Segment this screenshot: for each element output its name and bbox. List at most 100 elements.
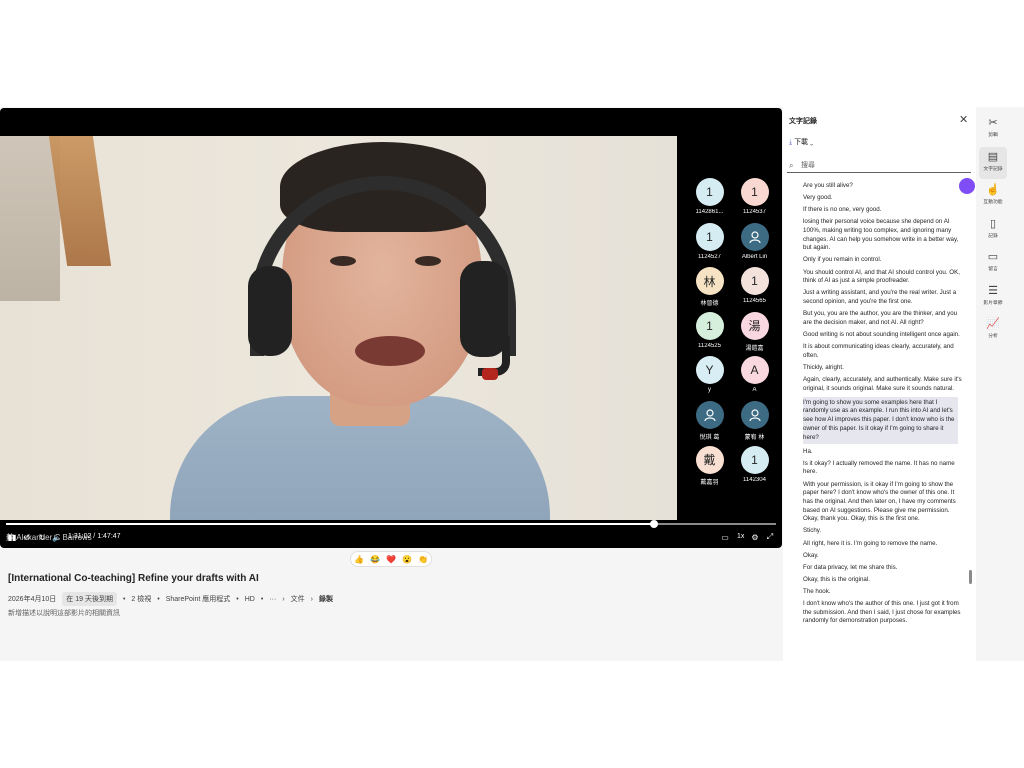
rail-item-interactive[interactable]: ☝ 互動功能 [979, 180, 1007, 212]
breadcrumb-documents[interactable]: 文件 [291, 594, 305, 604]
headset-mic-tip [482, 368, 498, 380]
transcript-search-input[interactable]: ⌕ 搜尋 [787, 159, 971, 173]
time-display: 1:31:02 / 1:47:47 [68, 533, 121, 540]
download-button[interactable]: ⤓ 下載 ⌄ [789, 137, 813, 147]
transcript-segment-active[interactable]: I'm going to show you some examples here… [803, 396, 958, 445]
transcript-segment[interactable]: For data privacy, let me share this. [803, 564, 963, 573]
transcript-segment[interactable]: Only if you remain in control. [803, 256, 963, 265]
chevron-down-icon: ⌄ [810, 139, 814, 146]
speaker-eye-left [330, 256, 356, 266]
transcript-segment[interactable]: But you, you are the author, you are the… [803, 310, 963, 327]
rail-item-analytics[interactable]: 📈 分析 [979, 314, 1007, 346]
participant-tile: 林林晉德 [687, 267, 732, 311]
avatar: Y [695, 356, 724, 385]
rail-label: 文字記錄 [983, 166, 1003, 172]
heart-reaction-icon[interactable]: ❤️ [386, 555, 396, 564]
expiry-badge[interactable]: 在 19 天後到期 [62, 592, 117, 606]
rail-item-chapters[interactable]: ☰ 影片章節 [979, 281, 1007, 313]
video-player[interactable]: 蘇 Alexander C Barrows 1 1142861... 1 112453… [0, 108, 782, 548]
participant-name: 戴嘉羽 [700, 479, 719, 486]
dot-separator: • [157, 595, 160, 603]
transcript-segment[interactable]: losing their personal voice because she … [803, 218, 963, 253]
captions-icon[interactable]: ▭ [720, 532, 730, 542]
rail-item-transcript[interactable]: ▤ 文字記錄 [979, 146, 1007, 179]
transcript-segment[interactable]: I don't know who's the author of this on… [803, 600, 963, 626]
transcript-segment[interactable]: Is it okay? I actually removed the name.… [803, 460, 963, 477]
participant-name: 蒙宥 林 [744, 435, 765, 441]
close-icon[interactable]: ✕ [959, 113, 968, 126]
speaker-mouth [355, 336, 425, 366]
like-reaction-icon[interactable]: 👍 [354, 555, 364, 564]
transcript-segment[interactable]: Again, clearly, accurately, and authenti… [803, 376, 963, 393]
settings-icon[interactable]: ⚙ [750, 532, 760, 542]
video-description[interactable]: 新增描述以說明這部影片的相關資訊 [8, 608, 120, 618]
breadcrumb-more[interactable]: ··· [269, 596, 276, 603]
app-source[interactable]: SharePoint 應用程式 [166, 594, 231, 604]
search-placeholder: 搜尋 [801, 162, 815, 169]
player-controls: ▮▮ ↺ ↻ 🔈 1:31:02 / 1:47:47 ▭ 1x ⚙ ⤢ [0, 530, 782, 546]
avatar: 1 [695, 311, 724, 340]
participant-tile: 1 1124525 [687, 311, 732, 356]
scissors-icon: ✂ [988, 117, 998, 129]
transcript-segment[interactable]: The hook. [803, 588, 963, 597]
transcript-segment[interactable]: You should control AI, and that AI shoul… [803, 269, 963, 286]
participant-name: 悅琪 葛 [699, 435, 720, 441]
transcript-segment[interactable]: Ha. [803, 448, 963, 457]
transcript-segment[interactable]: Okay. [803, 552, 963, 561]
surprised-reaction-icon[interactable]: 😮 [402, 555, 412, 564]
participant-tile: AA [732, 356, 777, 400]
comment-icon: ▭ [987, 251, 999, 263]
background-shelf [0, 136, 60, 301]
playback-speed[interactable]: 1x [737, 533, 744, 540]
transcript-segment[interactable]: Just a writing assistant, and you're the… [803, 289, 963, 306]
headset-earcup-left [248, 266, 292, 356]
participant-tile: 1 1124537 [732, 178, 777, 222]
video-meta-row: 2026年4月10日 在 19 天後到期 • 2 檢視 • SharePoint… [8, 592, 333, 606]
breadcrumb-recordings[interactable]: 錄製 [319, 594, 333, 604]
participant-name: 1142304 [743, 476, 766, 483]
participant-tile: 戴戴嘉羽 [687, 445, 732, 490]
transcript-segment[interactable]: With your permission, is it okay if I'm … [803, 481, 963, 525]
rail-label: 記錄 [988, 233, 998, 239]
transcript-segment[interactable]: Thickly, alright. [803, 364, 963, 373]
side-rail: ✂ 剪輯 ▤ 文字記錄 ☝ 互動功能 ▯ 記錄 ▭ 留言 ☰ 影片章節 📈 分析 [976, 107, 1024, 661]
transcript-segment[interactable]: All right, here it is. I'm going to remo… [803, 540, 963, 549]
progress-bar[interactable] [6, 520, 776, 528]
clap-reaction-icon[interactable]: 👏 [418, 555, 428, 564]
scrollbar-thumb[interactable] [969, 570, 972, 584]
volume-icon[interactable]: 🔈 [52, 532, 62, 542]
video-date: 2026年4月10日 [8, 596, 57, 603]
participant-name: y [708, 387, 711, 394]
fullscreen-icon[interactable]: ⤢ [765, 532, 775, 542]
progress-knob[interactable] [650, 520, 659, 528]
avatar: 1 [695, 178, 724, 206]
rail-item-notes[interactable]: ▯ 記錄 [979, 214, 1007, 246]
transcript-segment[interactable]: Are you still alive? [803, 182, 963, 191]
forward-icon[interactable]: ↻ [37, 532, 47, 542]
participant-name: Albert Lin [741, 253, 768, 260]
play-icon[interactable]: ▮▮ [7, 532, 17, 542]
download-icon: ⤓ [789, 139, 793, 146]
view-count: 2 檢視 [131, 596, 152, 603]
transcript-segment[interactable]: If there is no one, very good. [803, 206, 963, 215]
avatar: 戴 [695, 445, 724, 474]
rewind-icon[interactable]: ↺ [22, 532, 32, 542]
dot-separator: • [122, 595, 126, 603]
transcript-segment[interactable]: Good writing is not about sounding intel… [803, 331, 963, 340]
rail-item-comment[interactable]: ▭ 留言 [979, 247, 1007, 279]
transcript-segment[interactable]: Very good. [803, 194, 963, 203]
video-frame[interactable] [0, 136, 677, 520]
reaction-bar: 👍 😂 ❤️ 😮 👏 [350, 551, 432, 567]
laugh-reaction-icon[interactable]: 😂 [370, 555, 380, 564]
transcript-segment[interactable]: It is about communicating ideas clearly,… [803, 343, 963, 360]
avatar [740, 401, 769, 429]
participant-name: 1124565 [743, 298, 766, 305]
rail-item-scissors[interactable]: ✂ 剪輯 [979, 113, 1007, 145]
transcript-list[interactable]: Are you still alive? Very good. If there i… [803, 182, 963, 661]
participant-tile: 1 1124565 [732, 267, 777, 311]
transcript-segment[interactable]: Stichy. [803, 527, 963, 536]
copilot-bubble-icon[interactable] [959, 178, 975, 194]
transcript-segment[interactable]: Okay, this is the original. [803, 576, 963, 585]
participant-name: 林晉德 [700, 301, 719, 308]
chapters-icon: ☰ [988, 284, 998, 297]
